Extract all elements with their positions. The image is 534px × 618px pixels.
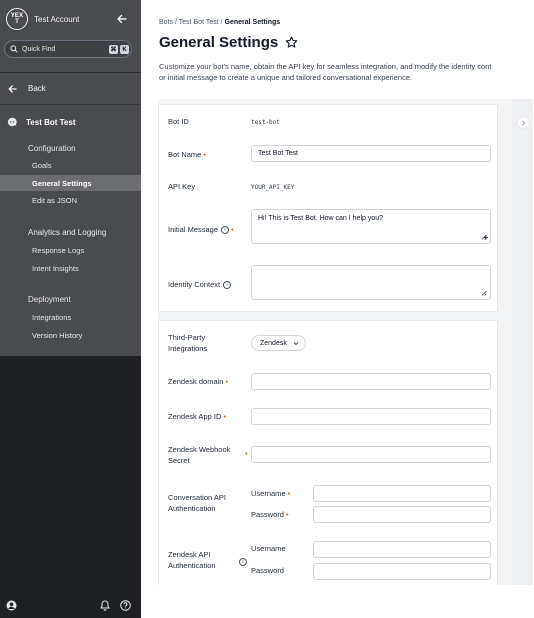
nav-section-deployment[interactable]: Deployment (28, 295, 71, 304)
nav-section-configuration[interactable]: Configuration (28, 144, 76, 153)
info-icon[interactable]: i (221, 226, 230, 235)
back-label: Back (28, 84, 46, 93)
nav-item-goals[interactable]: Goals (32, 161, 52, 170)
command-key-hint: ⌘ (109, 45, 118, 54)
api-key-value: YOUR_API_KEY (251, 184, 295, 191)
account-switcher[interactable]: YEXT Test Account (6, 8, 79, 30)
bot-id-value: test-bot (251, 119, 280, 126)
bell-icon[interactable] (100, 600, 110, 611)
settings-panel: Bot ID test-bot Bot Name • Test Bot Test … (158, 99, 533, 585)
zendesk-domain-label: Zendesk domain • (168, 377, 229, 386)
zendesk-username-label: Username (251, 544, 286, 553)
bot-id-label: Bot ID (168, 117, 189, 126)
user-avatar-icon[interactable] (6, 600, 17, 611)
main-content: Bots / Test Bot Test / General Settings … (141, 0, 534, 618)
page-description-line-2: or initial message to create a unique an… (159, 73, 413, 82)
conv-password-input[interactable] (313, 506, 491, 523)
page-description-line-1: Customize your bot's name, obtain the AP… (159, 62, 492, 71)
chevron-down-icon (293, 342, 299, 346)
star-icon[interactable] (285, 36, 298, 49)
back-link[interactable]: Back (8, 84, 46, 93)
zendesk-api-auth-label: Zendesk API Authentication (168, 550, 216, 570)
zendesk-webhook-secret-label: Zendesk Webhook Secret (168, 445, 231, 465)
nav-section-analytics[interactable]: Analytics and Logging (28, 228, 106, 237)
nav-item-edit-as-json[interactable]: Edit as JSON (32, 196, 77, 205)
resize-handle-icon[interactable] (481, 290, 487, 296)
page-title-text: General Settings (159, 34, 279, 51)
yext-logo-text: YEXT (10, 13, 24, 25)
integrations-card: Third-Party Integrations Zendesk Zendesk… (158, 320, 498, 585)
collapse-sidebar-icon[interactable] (116, 13, 128, 25)
integration-select[interactable]: Zendesk (251, 335, 306, 351)
conv-username-label: Username • (251, 489, 291, 498)
back-arrow-icon (8, 84, 17, 93)
chevron-right-icon (522, 120, 526, 125)
zendesk-app-id-label: Zendesk App ID • (168, 412, 227, 421)
required-marker: • (225, 377, 229, 386)
bot-name-input[interactable]: Test Bot Test (251, 145, 491, 162)
zendesk-app-id-input[interactable] (251, 408, 491, 425)
zendesk-domain-input[interactable] (251, 373, 491, 390)
account-name: Test Account (34, 14, 80, 24)
sidebar-nav: Back Test Bot Test Configuration Goals G… (0, 72, 141, 356)
nav-item-integrations[interactable]: Integrations (32, 313, 71, 322)
breadcrumb-bot[interactable]: Test Bot Test (179, 19, 219, 26)
insert-variable-icon[interactable]: + (484, 235, 488, 242)
info-icon[interactable]: i (239, 558, 247, 566)
nav-item-version-history[interactable]: Version History (32, 331, 82, 340)
required-marker: • (245, 449, 248, 458)
quick-find-input[interactable]: Quick Find ⌘ K (4, 40, 132, 58)
bot-name: Test Bot Test (26, 117, 76, 127)
required-marker: • (287, 489, 291, 498)
required-marker: • (231, 225, 234, 234)
integration-select-value: Zendesk (260, 340, 287, 347)
page-description: Customize your bot's name, obtain the AP… (159, 61, 534, 83)
zendesk-password-input[interactable] (313, 563, 491, 580)
nav-item-general-settings-label: General Settings (32, 179, 92, 188)
search-icon (10, 45, 18, 53)
zendesk-webhook-secret-input[interactable] (251, 446, 491, 463)
sidebar: YEXT Test Account Quick Find ⌘ K Back Te… (0, 0, 141, 618)
zendesk-password-label: Password (251, 566, 284, 575)
side-panel-rail (512, 99, 533, 585)
conv-password-label: Password • (251, 510, 289, 519)
help-icon[interactable] (120, 600, 131, 611)
required-marker: • (203, 150, 206, 159)
identity-context-textarea[interactable] (251, 265, 491, 300)
conversation-api-auth-label: Conversation API Authentication (168, 493, 226, 513)
info-icon[interactable]: i (223, 281, 232, 290)
bot-name-label: Bot Name • (168, 150, 206, 159)
yext-logo: YEXT (6, 8, 28, 30)
bot-settings-card: Bot ID test-bot Bot Name • Test Bot Test … (158, 104, 498, 312)
required-marker: • (223, 412, 227, 421)
sidebar-divider (0, 104, 141, 105)
api-key-label: API Key (168, 182, 196, 191)
breadcrumb-bots[interactable]: Bots (159, 19, 173, 26)
zendesk-username-input[interactable] (313, 541, 491, 558)
required-marker: • (285, 510, 289, 519)
initial-message-textarea[interactable]: Hi! This is Test Bot. How can I help you… (251, 209, 491, 244)
conv-username-input[interactable] (313, 485, 491, 502)
nav-item-response-logs[interactable]: Response Logs (32, 246, 84, 255)
chat-bot-icon (7, 117, 17, 127)
identity-context-label: Identity Context i (168, 279, 232, 290)
sidebar-footer (0, 590, 141, 618)
breadcrumb: Bots / Test Bot Test / General Settings (159, 19, 281, 26)
third-party-integrations-label: Third-Party Integrations (168, 333, 208, 353)
nav-item-intent-insights[interactable]: Intent Insights (32, 264, 79, 273)
page-title: General Settings (159, 34, 298, 51)
expand-panel-button[interactable] (517, 116, 530, 129)
initial-message-value: Hi! This is Test Bot. How can I help you… (258, 215, 384, 222)
k-key-hint: K (120, 45, 129, 54)
quick-find-label: Quick Find (22, 45, 56, 53)
initial-message-label: Initial Message i • (168, 225, 234, 235)
breadcrumb-current: General Settings (224, 19, 281, 26)
bot-title: Test Bot Test (7, 117, 75, 127)
